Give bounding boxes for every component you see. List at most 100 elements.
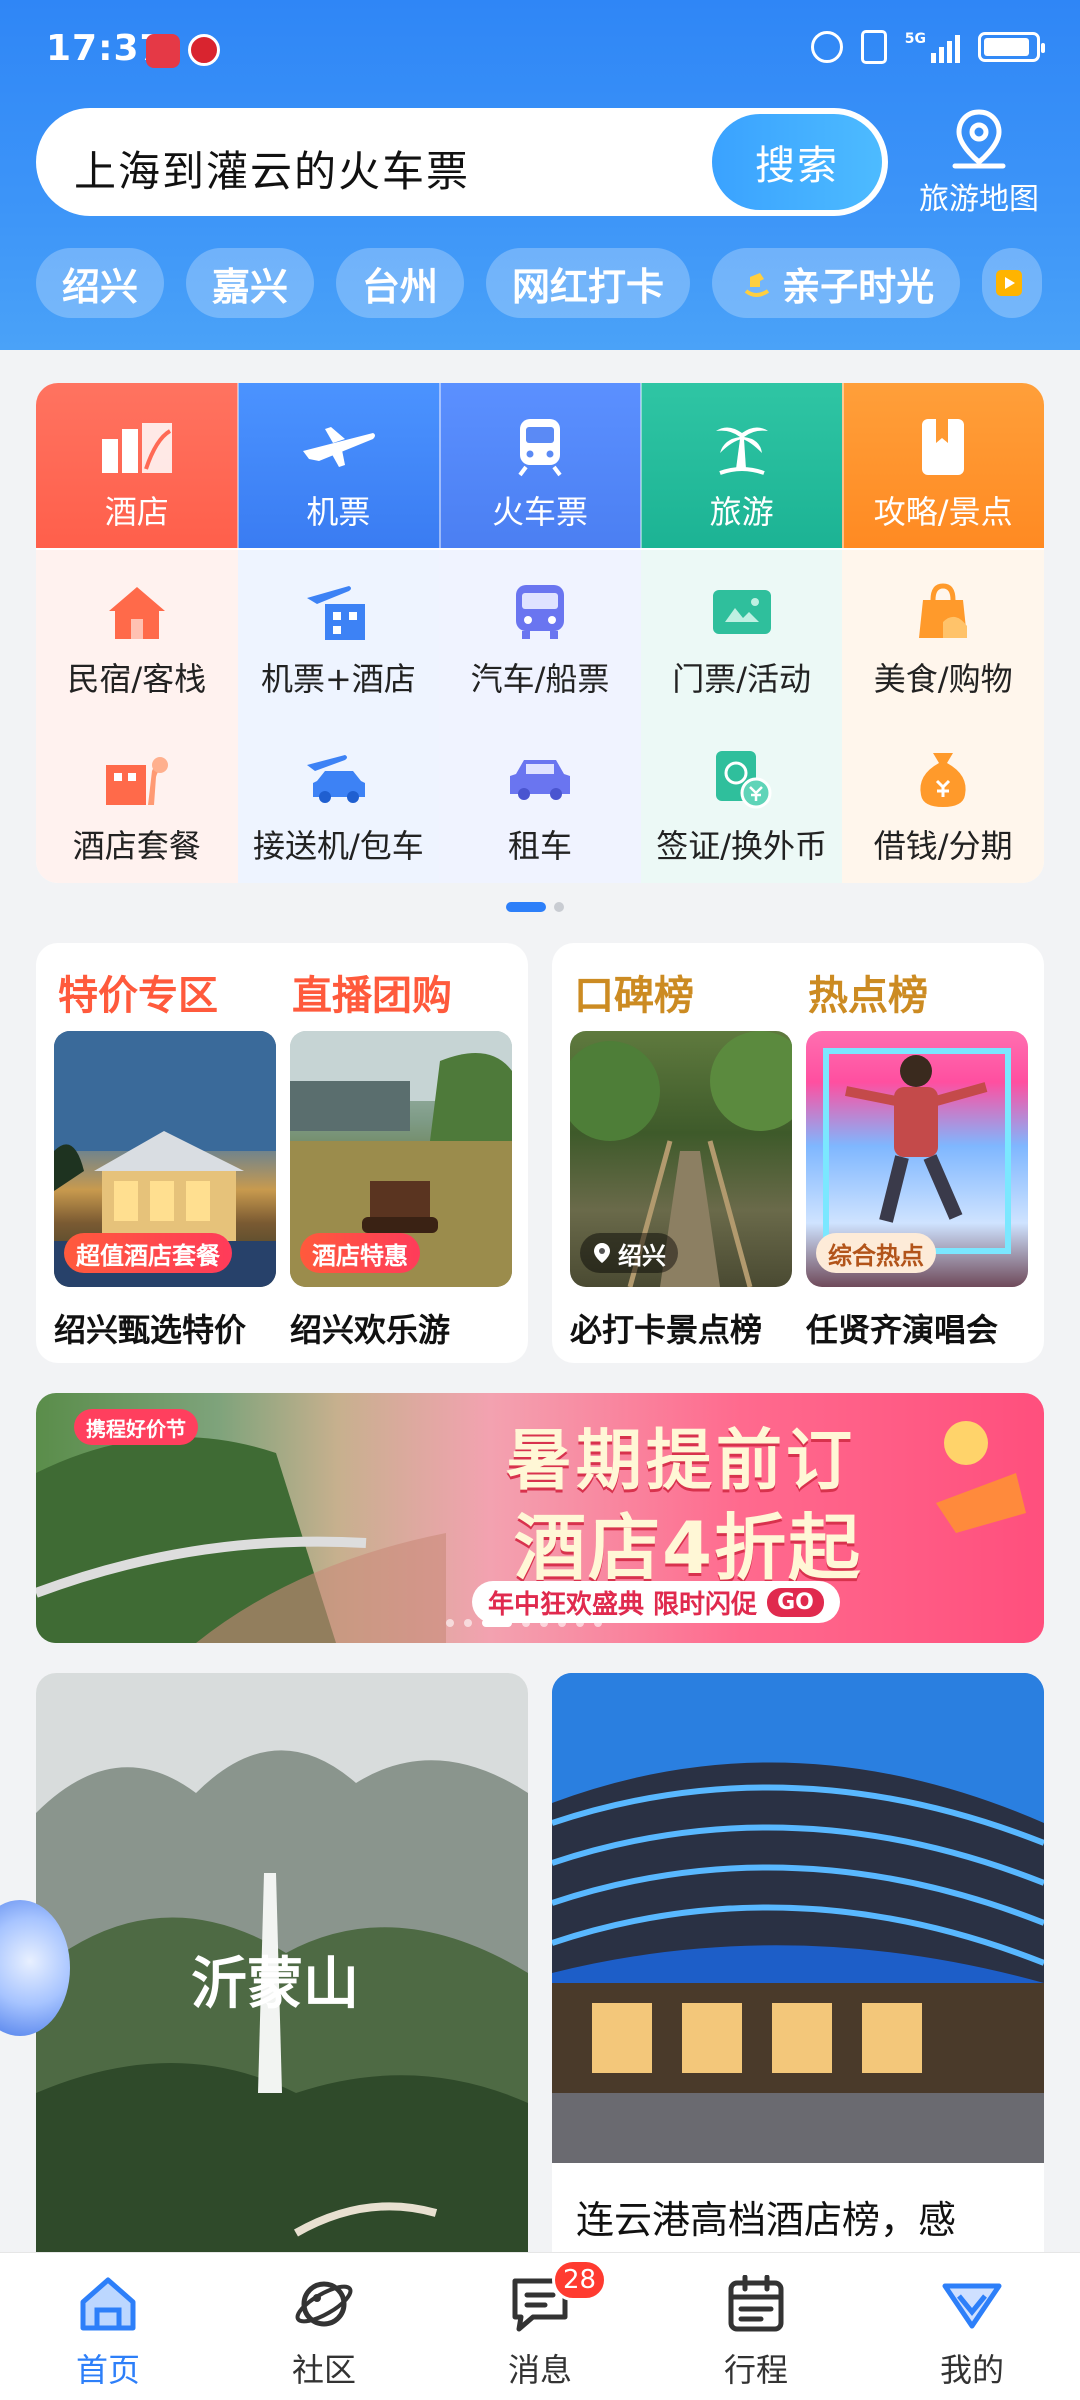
car-icon (505, 747, 575, 811)
chip-shaoxing[interactable]: 绍兴 (36, 248, 165, 318)
alarm-icon (810, 31, 843, 63)
calendar-icon (725, 2273, 787, 2335)
promo-badge: 超值酒店套餐 (64, 1233, 232, 1273)
grid-label: 攻略/景点 (873, 493, 1013, 531)
money-bag-icon (908, 747, 978, 811)
search-button[interactable]: 搜索 (712, 114, 882, 210)
tab-home[interactable]: 首页 (0, 2253, 216, 2400)
promo-card-deals: 特价专区 直播团购 超值酒店套餐 酒店特惠 绍兴甄选特价 绍兴欢乐游 (36, 943, 528, 1363)
battery-icon (978, 32, 1045, 62)
grid-label: 租车 (507, 827, 572, 865)
grid-label: 美食/购物 (873, 660, 1013, 698)
network-type: 5G (904, 31, 926, 47)
grid-label: 旅游 (709, 493, 774, 531)
grid-hotel-package[interactable]: 酒店套餐 (36, 717, 238, 883)
promo-image-hotel[interactable]: 超值酒店套餐 (54, 1031, 276, 1287)
banner-subtitle: 年中狂欢盛典 限时闪促 GO (472, 1581, 840, 1623)
grid-label: 机票 (306, 493, 371, 531)
promo-caption[interactable]: 绍兴甄选特价 (54, 1305, 246, 1351)
tab-label: 首页 (75, 2351, 140, 2389)
hotel-icon (98, 415, 176, 479)
feed-card-yimeng-mountain[interactable]: 沂蒙山 (36, 1673, 528, 2273)
app-notification-icon (146, 34, 180, 68)
grid-homestay[interactable]: 民宿/客栈 (36, 550, 238, 717)
grid-guides-attractions[interactable]: 攻略/景点 (842, 383, 1044, 548)
tab-label: 社区 (291, 2351, 356, 2389)
tab-label: 消息 (507, 2351, 572, 2389)
grid-label: 酒店套餐 (72, 827, 201, 865)
grid-flight-hotel[interactable]: 机票+酒店 (237, 550, 440, 717)
promo-caption[interactable]: 绍兴欢乐游 (290, 1305, 450, 1351)
chip-family-time[interactable]: 亲子时光 (712, 248, 961, 318)
promo-card-rankings: 口碑榜 热点榜 绍兴 综合热点 必打卡景点榜 任贤齐演唱会 (552, 943, 1044, 1363)
promo-title-reputation-list[interactable]: 口碑榜 (574, 963, 694, 1021)
tab-label: 行程 (723, 2351, 788, 2389)
promo-title-hot-list[interactable]: 热点榜 (808, 963, 928, 1021)
location-icon (594, 1243, 610, 1263)
search-input[interactable]: 上海到灌云的火车票 (74, 138, 470, 199)
status-indicators: 5G (810, 30, 1045, 64)
banner-title-line2: 酒店4折起 (514, 1506, 863, 1590)
chip-more[interactable] (982, 248, 1043, 318)
promo-caption[interactable]: 必打卡景点榜 (570, 1305, 762, 1351)
grid-visa-currency[interactable]: 签证/换外币 (640, 717, 843, 883)
grid-label: 借钱/分期 (873, 827, 1013, 865)
shopping-bag-icon (908, 580, 978, 644)
airplane-icon (299, 415, 377, 479)
bank-notification-icon (188, 34, 220, 66)
banner-go-button[interactable]: GO (767, 1587, 824, 1617)
promo-title-live-group-buy[interactable]: 直播团购 (292, 963, 452, 1021)
vibrate-icon (860, 30, 887, 64)
promo-title-special-offers[interactable]: 特价专区 (58, 963, 218, 1021)
grid-label: 门票/活动 (672, 660, 811, 698)
promo-image-concert[interactable]: 综合热点 (806, 1031, 1028, 1287)
grid-travel[interactable]: 旅游 (640, 383, 843, 548)
feed-caption: 连云港高档酒店榜，感 (576, 2198, 957, 2242)
grid-airport-transfer[interactable]: 接送机/包车 (237, 717, 440, 883)
grid-hotel[interactable]: 酒店 (36, 383, 238, 548)
promo-image-forest-path[interactable]: 绍兴 (570, 1031, 792, 1287)
search-bar[interactable]: 上海到灌云的火车票 搜索 (36, 108, 888, 216)
bus-icon (505, 580, 575, 644)
grid-label: 汽车/船票 (470, 660, 610, 698)
travel-map-button[interactable]: 旅游地图 (904, 108, 1054, 218)
promo-image-water-town[interactable]: 酒店特惠 (290, 1031, 512, 1287)
tab-itinerary[interactable]: 行程 (648, 2253, 864, 2400)
airport-car-icon (303, 747, 373, 811)
banner-tag: 携程好价节 (74, 1409, 198, 1445)
grid-food-shopping[interactable]: 美食/购物 (842, 550, 1044, 717)
travel-map-label: 旅游地图 (919, 182, 1039, 217)
message-count-badge: 28 (552, 2259, 608, 2301)
grid-bus-ferry[interactable]: 汽车/船票 (439, 550, 641, 717)
house-icon (102, 580, 172, 644)
train-icon (501, 415, 579, 479)
grid-page-indicator (506, 902, 564, 912)
service-grid: 酒店 机票 火车票 旅游 攻略/景点 民宿/客栈 机票+酒店 汽车/船票 门票/… (36, 383, 1044, 883)
banner-page-indicator (446, 1619, 602, 1627)
promo-caption[interactable]: 任贤齐演唱会 (806, 1305, 998, 1351)
grid-loan-installment[interactable]: 借钱/分期 (842, 717, 1044, 883)
chip-taizhou[interactable]: 台州 (336, 248, 465, 318)
grid-flight[interactable]: 机票 (237, 383, 440, 548)
tab-mine[interactable]: 我的 (864, 2253, 1080, 2400)
planet-icon (293, 2273, 355, 2335)
svg-text:沂蒙山: 沂蒙山 (191, 1952, 359, 2017)
grid-label: 民宿/客栈 (67, 660, 207, 698)
feed-card-lianyungang-hotels[interactable]: 连云港高档酒店榜，感 (552, 1673, 1044, 2273)
grid-train[interactable]: 火车票 (439, 383, 641, 548)
flight-hotel-icon (303, 580, 373, 644)
promo-badge: 酒店特惠 (300, 1233, 420, 1273)
summer-hotel-banner[interactable]: 携程好价节 暑期提前订 酒店4折起 年中狂欢盛典 限时闪促 GO (36, 1393, 1044, 1643)
tab-messages[interactable]: 28 消息 (432, 2253, 648, 2400)
grid-label: 接送机/包车 (252, 827, 424, 865)
status-bar: 17:37 5G (0, 0, 1080, 100)
visa-exchange-icon (707, 747, 777, 811)
hot-destination-chips: 绍兴 嘉兴 台州 网红打卡 亲子时光 (36, 248, 1043, 318)
tab-community[interactable]: 社区 (216, 2253, 432, 2400)
profile-diamond-icon (941, 2273, 1003, 2335)
grid-tickets-activities[interactable]: 门票/活动 (640, 550, 843, 717)
grid-label: 酒店 (104, 493, 169, 531)
chip-influencer-spots[interactable]: 网红打卡 (486, 248, 691, 318)
chip-jiaxing[interactable]: 嘉兴 (186, 248, 315, 318)
grid-car-rental[interactable]: 租车 (439, 717, 641, 883)
